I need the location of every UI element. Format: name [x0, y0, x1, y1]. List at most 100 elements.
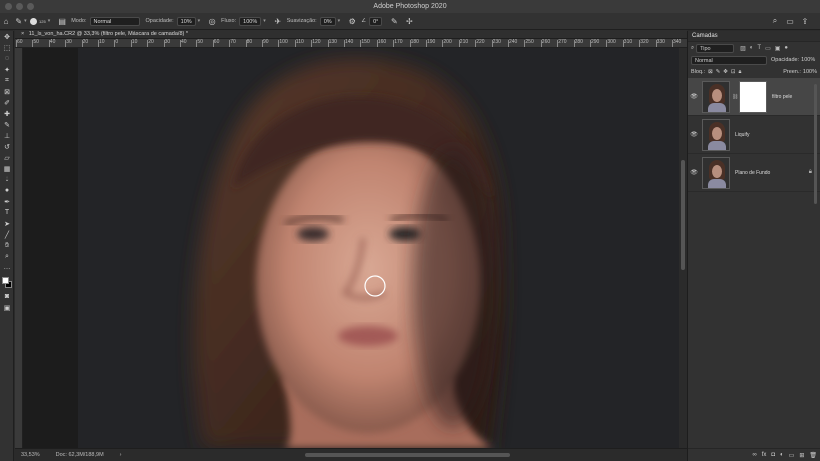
smoothing-dropdown-icon[interactable]: ▾	[338, 18, 341, 24]
hand-tool-icon[interactable]: ✋︎	[0, 240, 14, 251]
ruler-tick: 330	[655, 39, 665, 47]
gradient-tool-icon[interactable]: ▦	[0, 163, 14, 174]
vertical-scrollbar[interactable]	[679, 48, 687, 448]
brush-size-picker[interactable]: 125 ▾	[30, 17, 50, 25]
clone-stamp-tool-icon[interactable]: ⊥	[0, 130, 14, 141]
blur-tool-icon[interactable]: 💧︎	[0, 174, 14, 185]
crop-tool-icon[interactable]: ⌗	[0, 75, 14, 86]
horizontal-ruler: 60 50 40 30 20 10 0 10 20 30 40 50 60 70 80 90 100 110 120…	[15, 39, 687, 48]
flow-dropdown-icon[interactable]: ▾	[263, 18, 266, 24]
new-layer-icon[interactable]: ⊞	[799, 452, 804, 459]
zoom-window-button[interactable]	[27, 3, 34, 10]
more-tools-icon[interactable]: …	[0, 262, 14, 273]
visibility-eye-icon[interactable]: 👁︎	[688, 169, 700, 176]
ruler-tick: 20	[81, 39, 89, 47]
layer-opacity-input[interactable]: 100%	[801, 57, 815, 63]
ruler-tick: 50	[32, 39, 39, 47]
tab-layers[interactable]: Camadas	[688, 31, 820, 42]
lock-pixels-icon[interactable]: ✎	[716, 69, 721, 75]
visibility-eye-icon[interactable]: 👁︎	[688, 131, 700, 138]
move-tool-icon[interactable]: ✥	[0, 31, 14, 42]
color-swatches[interactable]	[0, 275, 14, 291]
brush-settings-icon[interactable]: ▤	[56, 15, 68, 27]
vertical-ruler	[15, 48, 23, 448]
close-document-icon[interactable]: ×	[21, 31, 24, 37]
layer-row-filtro-pele[interactable]: 👁︎ ⛓︎ filtro pele	[688, 78, 820, 116]
share-icon[interactable]: ⇪	[799, 15, 811, 27]
lock-transparent-icon[interactable]: ⊠	[708, 69, 713, 75]
new-group-icon[interactable]: ▭	[789, 452, 795, 459]
opacity-input[interactable]: 10%	[176, 16, 196, 26]
screen-mode-icon[interactable]: ▣	[0, 302, 14, 313]
search-icon[interactable]: ⌕	[769, 15, 781, 27]
new-adjustment-layer-icon[interactable]: ◐	[780, 452, 784, 458]
pen-tool-icon[interactable]: ✒	[0, 196, 14, 207]
options-bar: ⌂ ✎ ▾ 125 ▾ ▤ Modo: Normal Opacidade: 10%…	[0, 13, 820, 30]
ruler-tick: 40	[180, 39, 187, 47]
layer-style-icon[interactable]: fx	[762, 452, 767, 458]
add-mask-icon[interactable]: ◘	[771, 452, 775, 458]
flow-input[interactable]: 100%	[239, 16, 262, 26]
filter-toggle-icon[interactable]: ●	[784, 45, 788, 52]
link-layers-icon[interactable]: ∞	[752, 452, 756, 458]
blend-mode-select[interactable]: Normal	[691, 55, 767, 65]
type-tool-icon[interactable]: T	[0, 207, 14, 218]
lock-artboard-icon[interactable]: ⊡	[731, 69, 736, 75]
vertical-scroll-thumb[interactable]	[681, 160, 685, 270]
smoothing-options-gear-icon[interactable]: ⚙	[346, 15, 358, 27]
zoom-level[interactable]: 33,53%	[21, 449, 40, 461]
horizontal-scroll-thumb[interactable]	[305, 453, 510, 457]
document-tab[interactable]: × 11_ls_von_ha.CR2 @ 33,3% (filtro pele,…	[15, 30, 687, 39]
home-icon[interactable]: ⌂	[0, 15, 12, 27]
pressure-size-icon[interactable]: ✎	[388, 15, 400, 27]
marquee-tool-icon[interactable]: ⬚	[0, 42, 14, 53]
airbrush-icon[interactable]: ✈	[272, 15, 284, 27]
path-selection-tool-icon[interactable]: ➤	[0, 218, 14, 229]
visibility-eye-icon[interactable]: 👁︎	[688, 93, 700, 100]
filter-type-icon[interactable]: T	[757, 45, 761, 52]
history-brush-tool-icon[interactable]: ↺	[0, 141, 14, 152]
minimize-window-button[interactable]	[16, 3, 23, 10]
layer-row-plano-de-fundo[interactable]: 👁︎ Plano de Fundo 🔒︎	[688, 154, 820, 192]
lasso-tool-icon[interactable]: ◌	[0, 53, 14, 64]
quick-mask-icon[interactable]: ◙	[0, 291, 14, 302]
filter-kind-select[interactable]: Tipo	[696, 43, 735, 53]
dodge-tool-icon[interactable]: ●	[0, 185, 14, 196]
eraser-tool-icon[interactable]: ▱	[0, 152, 14, 163]
filter-adjustment-icon[interactable]: ◐	[750, 45, 754, 52]
zoom-tool-icon[interactable]: ⌕	[0, 251, 14, 262]
delete-layer-icon[interactable]: 🗑︎	[809, 452, 817, 459]
filter-smart-object-icon[interactable]: ▣	[775, 45, 781, 52]
workspace-icon[interactable]: ▭	[784, 15, 796, 27]
fill-input[interactable]: 100%	[803, 69, 817, 75]
ruler-tick: 40	[48, 39, 56, 47]
ruler-tick: 300	[606, 39, 616, 47]
symmetry-icon[interactable]: ✢	[403, 15, 415, 27]
pressure-opacity-icon[interactable]: ◎	[206, 15, 218, 27]
document-canvas[interactable]	[23, 48, 679, 448]
brush-tool-preset-icon[interactable]: ✎ ▾	[15, 15, 27, 27]
healing-brush-tool-icon[interactable]: ✚	[0, 108, 14, 119]
smoothing-input[interactable]: 0%	[319, 16, 336, 26]
angle-input[interactable]: 0°	[369, 16, 383, 26]
line-tool-icon[interactable]: ╱	[0, 229, 14, 240]
filter-shape-icon[interactable]: ▭	[765, 45, 771, 52]
layer-row-liquify[interactable]: 👁︎ Liquify	[688, 116, 820, 154]
opacity-dropdown-icon[interactable]: ▾	[198, 18, 201, 24]
close-window-button[interactable]	[5, 3, 12, 10]
mode-select[interactable]: Normal	[89, 16, 140, 26]
foreground-color-swatch[interactable]	[2, 277, 9, 284]
filter-pixel-icon[interactable]: ▨	[740, 45, 746, 52]
ruler-tick: 290	[589, 39, 600, 47]
brush-tool-icon[interactable]: ✎	[0, 119, 14, 130]
mask-link-icon[interactable]: ⛓︎	[732, 94, 738, 100]
layers-panel-footer: ∞ fx ◘ ◐ ▭ ⊞ 🗑︎	[688, 448, 820, 461]
lock-position-icon[interactable]: ✥	[723, 69, 728, 75]
eyedropper-tool-icon[interactable]: ✐	[0, 97, 14, 108]
layer-mask-thumbnail[interactable]	[739, 80, 767, 113]
lock-all-icon[interactable]: 🔒︎	[739, 69, 742, 76]
frame-tool-icon[interactable]: ⊠	[0, 86, 14, 97]
quick-selection-tool-icon[interactable]: ✦	[0, 64, 14, 75]
status-menu-arrow[interactable]: ›	[120, 449, 122, 461]
layers-scrollbar[interactable]	[814, 84, 817, 204]
